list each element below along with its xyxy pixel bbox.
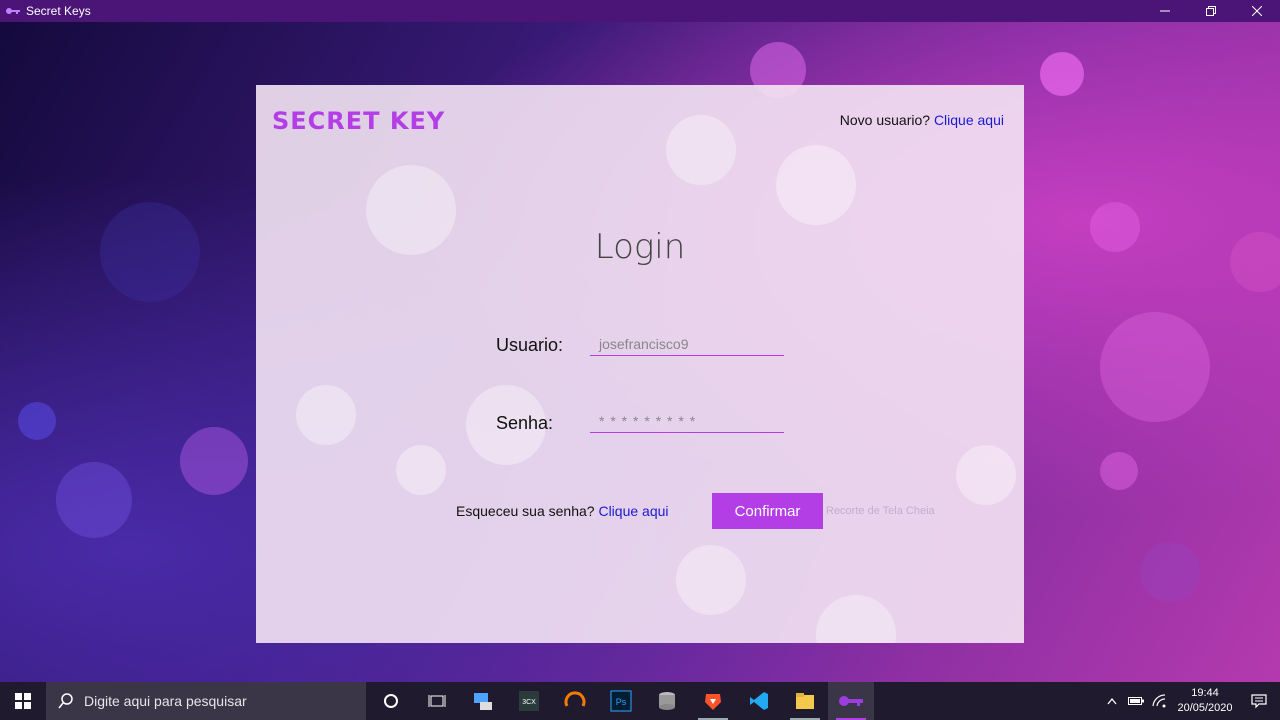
- forgot-password-link[interactable]: Clique aqui: [598, 503, 668, 519]
- username-label: Usuario:: [496, 335, 564, 355]
- restore-icon: [1206, 6, 1216, 16]
- snip-tooltip-ghost: Recorte de Tela Cheia: [826, 505, 935, 517]
- close-button[interactable]: [1234, 0, 1280, 22]
- network-pc-icon: [474, 693, 492, 710]
- start-button[interactable]: [0, 682, 46, 720]
- notification-icon: [1251, 694, 1267, 709]
- taskbar-app-network[interactable]: [460, 682, 506, 720]
- new-user-text: Novo usuario?: [839, 112, 934, 128]
- username-field[interactable]: josefrancisco9: [590, 332, 784, 356]
- network-button[interactable]: [1148, 682, 1172, 720]
- close-icon: [1252, 6, 1262, 16]
- show-hidden-icons-button[interactable]: [1100, 682, 1124, 720]
- action-center-button[interactable]: [1238, 682, 1280, 720]
- chevron-up-icon: [1107, 697, 1117, 705]
- task-view-icon: [428, 695, 446, 707]
- bokeh-light: [180, 427, 248, 495]
- cortana-button[interactable]: [368, 682, 414, 720]
- clock-time: 19:44: [1191, 687, 1219, 699]
- taskbar: Digite aqui para pesquisar 3CX Ps 19:44 …: [0, 682, 1280, 720]
- window-title: Secret Keys: [26, 4, 91, 18]
- system-tray: 19:44 20/05/2020: [1100, 682, 1280, 720]
- taskbar-app-vscode[interactable]: [736, 682, 782, 720]
- windows-icon: [15, 693, 31, 709]
- taskbar-app-database[interactable]: [644, 682, 690, 720]
- search-placeholder: Digite aqui para pesquisar: [84, 693, 247, 709]
- taskbar-app-ubuntu[interactable]: [552, 682, 598, 720]
- taskbar-app-photoshop[interactable]: Ps: [598, 682, 644, 720]
- battery-icon: [1128, 697, 1144, 705]
- bokeh-light: [1040, 52, 1084, 96]
- restore-button[interactable]: [1188, 0, 1234, 22]
- taskbar-app-file-explorer[interactable]: [782, 682, 828, 720]
- wifi-icon: [1152, 694, 1166, 708]
- photoshop-icon: Ps: [610, 690, 632, 712]
- search-icon: [58, 693, 74, 709]
- cortana-icon: [384, 694, 398, 708]
- new-user-prompt: Novo usuario? Clique aqui: [840, 112, 1004, 128]
- secret-keys-icon: [839, 696, 863, 706]
- key-icon: [6, 6, 20, 16]
- battery-button[interactable]: [1124, 682, 1148, 720]
- forgot-password-prompt: Esqueceu sua senha? Clique aqui: [456, 503, 669, 519]
- login-panel: SECRET KEY Novo usuario? Clique aqui Log…: [256, 85, 1024, 643]
- window-titlebar: Secret Keys: [0, 0, 1280, 22]
- bokeh-light: [1100, 312, 1210, 422]
- bokeh-light: [18, 402, 56, 440]
- password-field[interactable]: * * * * * * * * *: [590, 409, 784, 433]
- minimize-button[interactable]: [1142, 0, 1188, 22]
- taskbar-app-3cx[interactable]: 3CX: [506, 682, 552, 720]
- bokeh-light: [1090, 202, 1140, 252]
- taskbar-clock[interactable]: 19:44 20/05/2020: [1172, 686, 1238, 716]
- forgot-password-text: Esqueceu sua senha?: [456, 503, 599, 519]
- taskbar-app-brave[interactable]: [690, 682, 736, 720]
- ubuntu-icon: [564, 691, 586, 707]
- bokeh-light: [1230, 232, 1280, 292]
- bokeh-light: [100, 202, 200, 302]
- page-title: Login: [594, 227, 686, 267]
- brave-icon: [705, 694, 721, 710]
- task-view-button[interactable]: [414, 682, 460, 720]
- register-link[interactable]: Clique aqui: [934, 112, 1004, 128]
- bokeh-light: [1140, 542, 1200, 602]
- password-label: Senha:: [496, 413, 554, 433]
- svg-text:Ps: Ps: [616, 697, 627, 707]
- 3cx-icon: 3CX: [519, 691, 539, 711]
- app-logo: SECRET KEY: [272, 107, 446, 135]
- svg-text:3CX: 3CX: [522, 699, 536, 706]
- vscode-icon: [750, 692, 768, 710]
- taskbar-app-secret-keys[interactable]: [828, 682, 874, 720]
- clock-date: 20/05/2020: [1177, 702, 1233, 714]
- minimize-icon: [1160, 10, 1170, 12]
- database-icon: [659, 692, 675, 710]
- taskbar-search-box[interactable]: Digite aqui para pesquisar: [46, 682, 366, 720]
- confirm-button[interactable]: Confirmar: [712, 493, 823, 529]
- bokeh-light: [56, 462, 132, 538]
- bokeh-light: [1100, 452, 1138, 490]
- file-explorer-icon: [796, 693, 814, 709]
